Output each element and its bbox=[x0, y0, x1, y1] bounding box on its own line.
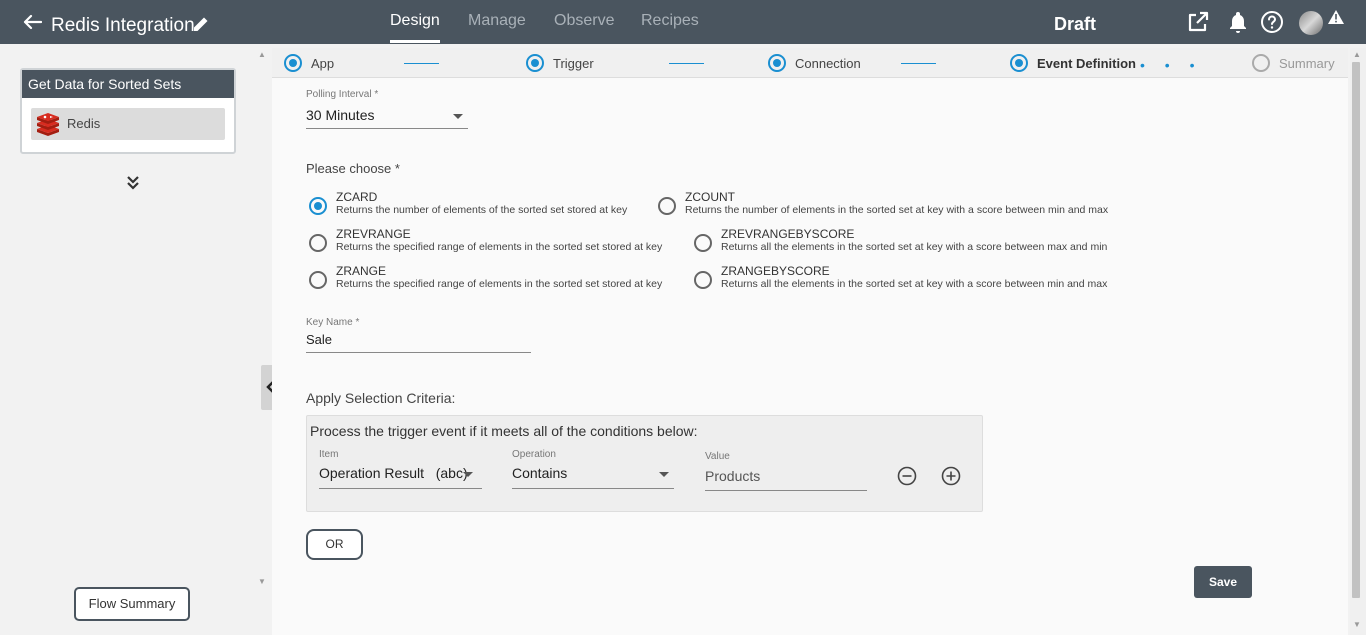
step-label: App bbox=[311, 56, 335, 71]
operation-value: Contains bbox=[512, 465, 568, 481]
radio-unselected-icon bbox=[309, 271, 327, 289]
warning-icon[interactable] bbox=[1327, 9, 1345, 25]
flow-card-redis-item[interactable]: Redis bbox=[31, 108, 225, 140]
radio-unselected-icon bbox=[694, 234, 712, 252]
step-pending-icon bbox=[1252, 54, 1270, 72]
polling-interval-label: Polling Interval * bbox=[306, 89, 379, 100]
left-scroll-down-arrow[interactable]: ▼ bbox=[258, 577, 266, 586]
dropdown-caret-icon bbox=[659, 472, 669, 477]
flow-card[interactable]: Get Data for Sorted Sets Redis bbox=[20, 68, 236, 154]
operation-label: Operation bbox=[512, 449, 556, 460]
operation-select[interactable]: Contains bbox=[512, 465, 674, 489]
polling-interval-value: 30 Minutes bbox=[306, 107, 375, 123]
dropdown-caret-icon bbox=[453, 114, 463, 119]
option-desc: Returns the number of elements of the so… bbox=[336, 204, 628, 216]
flow-card-item-label: Redis bbox=[67, 116, 101, 131]
step-connector bbox=[669, 63, 704, 64]
option-name: ZREVRANGE bbox=[336, 227, 411, 241]
step-label: Trigger bbox=[553, 56, 594, 71]
external-link-icon[interactable] bbox=[1186, 10, 1210, 34]
option-name: ZREVRANGEBYSCORE bbox=[721, 227, 855, 241]
step-check-icon bbox=[1010, 54, 1028, 72]
criteria-title: Apply Selection Criteria: bbox=[306, 390, 456, 406]
radio-unselected-icon bbox=[309, 234, 327, 252]
main-content: App Trigger Connection Event Definition … bbox=[272, 48, 1348, 635]
step-check-icon bbox=[768, 54, 786, 72]
item-label: Item bbox=[319, 449, 339, 460]
tab-observe[interactable]: Observe bbox=[554, 12, 614, 30]
step-connector bbox=[901, 63, 936, 64]
redis-logo-icon bbox=[37, 113, 59, 136]
scroll-thumb[interactable] bbox=[1352, 62, 1360, 598]
radio-unselected-icon bbox=[658, 197, 676, 215]
main-scrollbar[interactable]: ▲ ▼ bbox=[1350, 48, 1366, 635]
scroll-up-arrow[interactable]: ▲ bbox=[1353, 50, 1361, 59]
help-icon[interactable] bbox=[1260, 10, 1284, 34]
app-title: Redis Integration bbox=[51, 15, 195, 36]
step-connector bbox=[404, 63, 439, 64]
bell-icon[interactable] bbox=[1226, 10, 1250, 34]
criteria-description: Process the trigger event if it meets al… bbox=[310, 423, 698, 439]
tab-recipes[interactable]: Recipes bbox=[641, 12, 699, 30]
tab-manage[interactable]: Manage bbox=[468, 12, 526, 30]
double-chevron-down-icon[interactable] bbox=[126, 175, 140, 191]
option-desc: Returns all the elements in the sorted s… bbox=[721, 278, 1108, 290]
radio-unselected-icon bbox=[694, 271, 712, 289]
flow-panel: Get Data for Sorted Sets Redis Flow Summ… bbox=[0, 44, 256, 635]
tab-design[interactable]: Design bbox=[390, 12, 440, 43]
step-label: Event Definition bbox=[1037, 56, 1136, 71]
step-label: Summary bbox=[1279, 56, 1335, 71]
add-condition-icon[interactable] bbox=[941, 466, 961, 486]
wizard-stepper: App Trigger Connection Event Definition … bbox=[272, 48, 1348, 78]
option-name: ZCARD bbox=[336, 190, 378, 204]
option-desc: Returns the number of elements in the so… bbox=[685, 204, 1109, 216]
dropdown-caret-icon bbox=[463, 472, 473, 477]
save-button[interactable]: Save bbox=[1194, 566, 1252, 598]
value-input[interactable]: Products bbox=[705, 468, 867, 491]
item-select[interactable]: Operation Result (abc) bbox=[319, 465, 482, 489]
key-name-input[interactable]: Sale bbox=[306, 332, 531, 353]
avatar[interactable] bbox=[1299, 11, 1323, 35]
edit-pencil-icon[interactable] bbox=[192, 15, 210, 33]
step-check-icon bbox=[526, 54, 544, 72]
radio-selected-icon bbox=[309, 197, 327, 215]
or-button[interactable]: OR bbox=[306, 529, 363, 560]
value-label: Value bbox=[705, 451, 730, 462]
flow-summary-button[interactable]: Flow Summary bbox=[74, 587, 190, 621]
option-desc: Returns the specified range of elements … bbox=[336, 241, 663, 253]
option-name: ZRANGE bbox=[336, 264, 387, 278]
option-name: ZCOUNT bbox=[685, 190, 735, 204]
criteria-box: Process the trigger event if it meets al… bbox=[306, 415, 983, 512]
step-dots: • • • bbox=[1140, 57, 1203, 73]
left-scroll-up-arrow[interactable]: ▲ bbox=[258, 50, 266, 59]
remove-condition-icon[interactable] bbox=[897, 466, 917, 486]
status-draft: Draft bbox=[1054, 14, 1097, 34]
option-desc: Returns all the elements in the sorted s… bbox=[721, 241, 1108, 253]
step-check-icon bbox=[284, 54, 302, 72]
flow-card-title: Get Data for Sorted Sets bbox=[22, 70, 234, 98]
key-name-label: Key Name * bbox=[306, 317, 360, 328]
option-name: ZRANGEBYSCORE bbox=[721, 264, 830, 278]
item-value: Operation Result (abc) bbox=[319, 465, 468, 481]
top-bar: Redis Integration Design Manage Observe … bbox=[0, 0, 1366, 44]
scroll-down-arrow[interactable]: ▼ bbox=[1353, 620, 1361, 629]
back-arrow-icon[interactable] bbox=[22, 14, 42, 30]
option-desc: Returns the specified range of elements … bbox=[336, 278, 663, 290]
polling-interval-select[interactable]: 30 Minutes bbox=[306, 107, 468, 129]
step-label: Connection bbox=[795, 56, 861, 71]
please-choose-label: Please choose * bbox=[306, 161, 400, 176]
